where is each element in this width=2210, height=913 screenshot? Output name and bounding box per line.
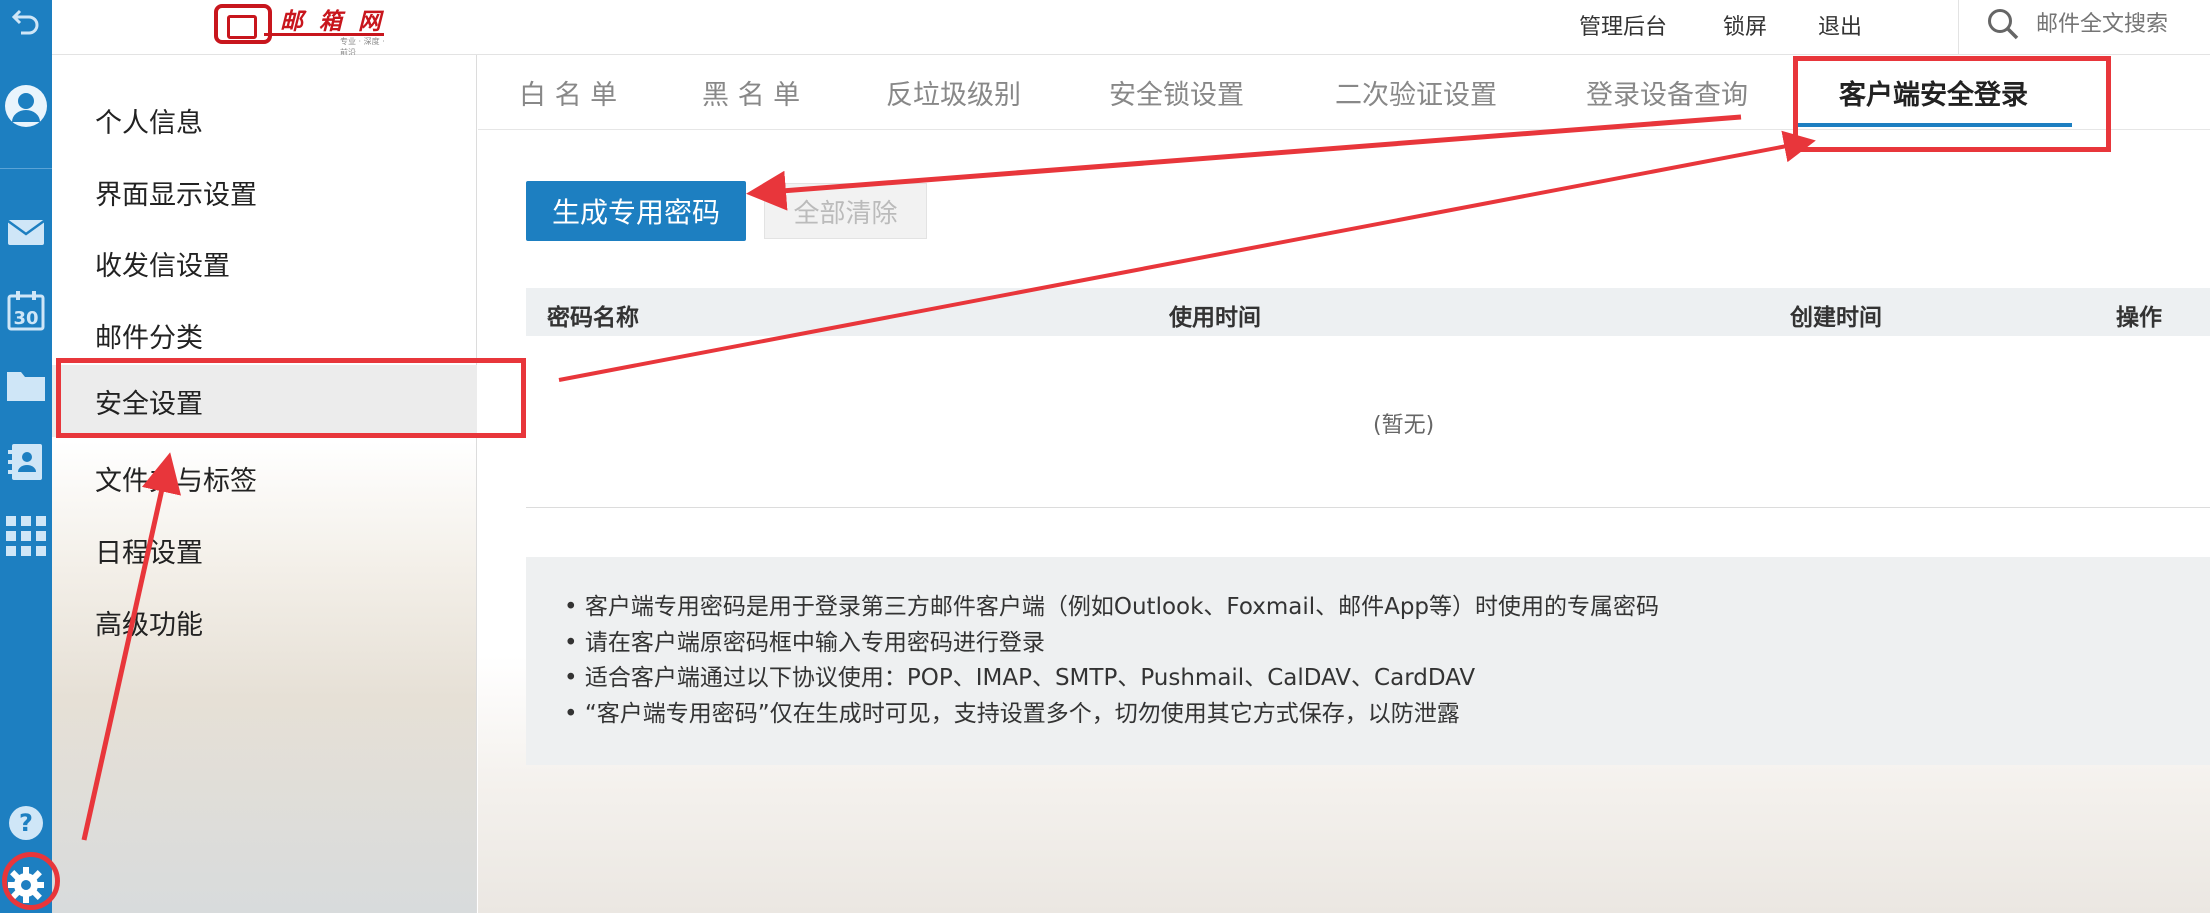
sidebar-item-mail-category[interactable]: 邮件分类	[52, 305, 477, 365]
tab-two-factor[interactable]: 二次验证设置	[1335, 73, 1497, 112]
sidebar-item-advanced[interactable]: 高级功能	[52, 592, 477, 652]
sidebar-item-calendar[interactable]: 日程设置	[52, 520, 477, 580]
col-password-name: 密码名称	[547, 305, 639, 331]
calendar-day-text: 30	[13, 308, 38, 329]
help-glyph: ?	[19, 809, 33, 837]
help-icon[interactable]: ?	[0, 801, 52, 845]
tab-antispam-level[interactable]: 反垃圾级别	[886, 73, 1021, 112]
info-notes: • 客户端专用密码是用于登录第三方邮件客户端（例如Outlook、Foxmail…	[526, 557, 2210, 765]
main-panel: 白 名 单 黑 名 单 反垃圾级别 安全锁设置 二次验证设置 登录设备查询 客户…	[478, 55, 2210, 913]
col-actions: 操作	[2116, 305, 2162, 331]
search-box[interactable]	[1986, 4, 2210, 44]
tab-security-lock[interactable]: 安全锁设置	[1109, 73, 1244, 112]
note-line: • 适合客户端通过以下协议使用：POP、IMAP、SMTP、Pushmail、C…	[564, 665, 1476, 691]
sidebar-item-send-receive[interactable]: 收发信设置	[52, 233, 477, 293]
admin-link[interactable]: 管理后台	[1579, 9, 1667, 41]
sidebar-item-folders-tags[interactable]: 文件夹与标签	[52, 448, 477, 508]
generate-password-button[interactable]: 生成专用密码	[526, 181, 746, 241]
lock-screen-link[interactable]: 锁屏	[1723, 9, 1767, 41]
top-bar: 邮 箱 网 专业 · 深度 · 前沿 管理后台 锁屏 退出	[52, 0, 2210, 57]
mail-icon[interactable]	[0, 212, 52, 252]
apps-grid-icon[interactable]	[0, 514, 52, 558]
app-icon-rail: 30 ?	[0, 0, 52, 913]
table-empty-text: (暂无)	[1373, 413, 1435, 438]
annotation-box-security	[56, 358, 526, 438]
calendar-icon[interactable]: 30	[0, 288, 52, 334]
col-usage-time: 使用时间	[1169, 305, 1261, 331]
sidebar-item-display[interactable]: 界面显示设置	[52, 162, 477, 222]
annotation-box-client-tab	[1793, 56, 2111, 152]
note-line: • 客户端专用密码是用于登录第三方邮件客户端（例如Outlook、Foxmail…	[564, 594, 1660, 620]
logo-brand-text: 邮 箱 网	[280, 8, 386, 35]
col-created-time: 创建时间	[1790, 305, 1882, 331]
note-line: • “客户端专用密码”仅在生成时可见，支持设置多个，切勿使用其它方式保存，以防泄…	[564, 700, 1460, 727]
sidebar-item-profile[interactable]: 个人信息	[52, 90, 477, 150]
brand-logo[interactable]: 邮 箱 网 专业 · 深度 · 前沿	[162, 2, 387, 57]
search-icon[interactable]	[1986, 7, 2020, 41]
password-table-header: 密码名称 使用时间 创建时间 操作	[526, 288, 2210, 336]
back-icon[interactable]	[0, 0, 52, 40]
annotation-circle-settings	[2, 852, 60, 910]
tab-login-devices[interactable]: 登录设备查询	[1586, 73, 1748, 112]
avatar-icon[interactable]	[0, 78, 52, 134]
contacts-icon[interactable]	[0, 440, 52, 484]
tab-whitelist[interactable]: 白 名 单	[519, 73, 617, 112]
logo-mark	[214, 4, 272, 44]
settings-sidebar: 个人信息 界面显示设置 收发信设置 邮件分类 安全设置 文件夹与标签 日程设置 …	[52, 55, 477, 913]
clear-all-button: 全部清除	[764, 183, 927, 239]
folder-icon[interactable]	[0, 364, 52, 406]
tab-blacklist[interactable]: 黑 名 单	[702, 73, 800, 112]
note-line: • 请在客户端原密码框中输入专用密码进行登录	[564, 629, 1045, 656]
search-input[interactable]	[2036, 11, 2210, 37]
logout-link[interactable]: 退出	[1818, 9, 1862, 41]
